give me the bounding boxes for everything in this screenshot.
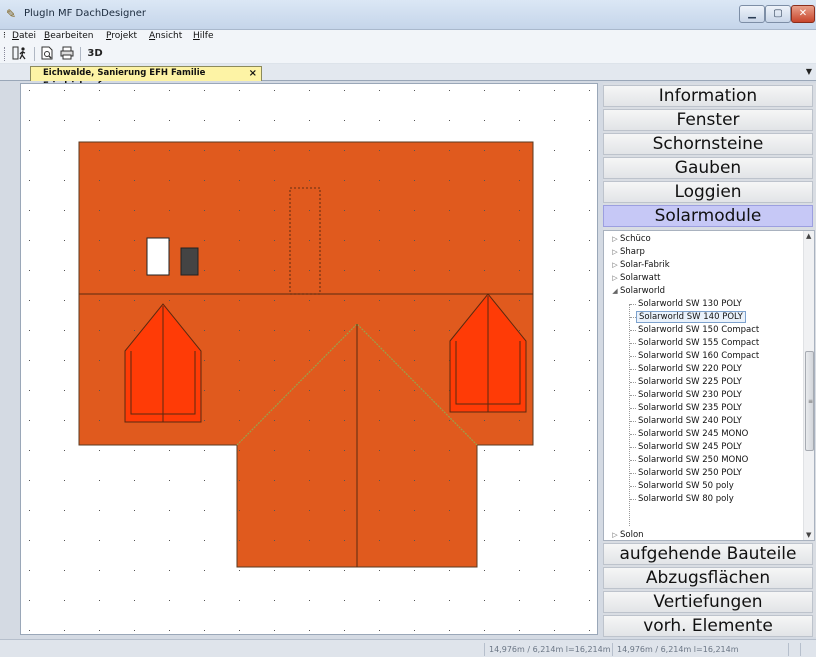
tree-scrollbar[interactable]: ▲ ≡ ▼ [803, 231, 814, 540]
expand-arrow-icon[interactable]: ▷ [610, 233, 620, 245]
tree-item-module[interactable]: Solarworld SW 245 MONO [636, 428, 750, 440]
status-coordinates: 14,976m / 6,214m l=16,214m [484, 643, 612, 656]
expand-arrow-icon[interactable]: ▷ [610, 529, 620, 540]
tree-node-solar-fabrik[interactable]: ▷ Solar-Fabrik [610, 259, 669, 271]
roof-plan [21, 84, 597, 634]
tree-item-module[interactable]: Solarworld SW 80 poly [636, 493, 736, 505]
tree-item-module[interactable]: Solarworld SW 155 Compact [636, 337, 761, 349]
tab-close-icon[interactable]: × [249, 67, 257, 80]
tree-item-module[interactable]: Solarworld SW 150 Compact [636, 324, 761, 336]
menu-bearbeiten[interactable]: Bearbeiten [44, 31, 93, 41]
status-bar: 14,976m / 6,214m l=16,214m 14,976m / 6,2… [0, 639, 816, 657]
menu-bar: ⁝ Datei Bearbeiten Projekt Ansicht Hilfe [0, 30, 816, 44]
grip-icon: ≡ [808, 398, 814, 405]
status-cell-empty [6, 643, 484, 656]
minimize-button[interactable]: ▁ [739, 5, 765, 23]
roof-drawing-canvas[interactable] [20, 83, 598, 635]
tree-item-module[interactable]: Solarworld SW 250 POLY [636, 467, 744, 479]
tree-item-module[interactable]: Solarworld SW 230 POLY [636, 389, 744, 401]
roof-element-dark [180, 247, 199, 276]
print-preview-icon[interactable] [38, 46, 56, 62]
tree-node-solarworld[interactable]: ◢ Solarworld [610, 285, 665, 297]
section-schornsteine[interactable]: Schornsteine [603, 133, 813, 155]
tree-node-schueco[interactable]: ▷ Schüco [610, 233, 650, 245]
section-vorh-elemente[interactable]: vorh. Elemente [603, 615, 813, 637]
status-coordinates-secondary: 14,976m / 6,214m l=16,214m [612, 643, 788, 656]
collapse-arrow-icon[interactable]: ◢ [610, 285, 620, 297]
3d-view-button[interactable]: 3D [84, 46, 106, 62]
tree-item-module[interactable]: Solarworld SW 220 POLY [636, 363, 744, 375]
tree-item-module[interactable]: Solarworld SW 50 poly [636, 480, 736, 492]
menu-hilfe[interactable]: Hilfe [193, 31, 214, 41]
tree-item-module[interactable]: Solarworld SW 235 POLY [636, 402, 744, 414]
menu-ansicht[interactable]: Ansicht [149, 31, 182, 41]
document-tab[interactable]: Eichwalde, Sanierung EFH Familie Friedri… [30, 66, 262, 91]
section-vertiefungen[interactable]: Vertiefungen [603, 591, 813, 613]
section-solarmodule[interactable]: Solarmodule [603, 205, 813, 227]
section-information[interactable]: Information [603, 85, 813, 107]
close-button[interactable]: ✕ [791, 5, 815, 23]
tree-node-solon[interactable]: ▷ Solon [610, 529, 643, 540]
scrollbar-thumb[interactable]: ≡ [805, 351, 814, 451]
tree-node-sharp[interactable]: ▷ Sharp [610, 246, 645, 258]
section-fenster[interactable]: Fenster [603, 109, 813, 131]
tree-item-module[interactable]: Solarworld SW 160 Compact [636, 350, 761, 362]
expand-arrow-icon[interactable]: ▷ [610, 272, 620, 284]
toolbar-grip [4, 47, 6, 61]
section-gauben[interactable]: Gauben [603, 157, 813, 179]
expand-arrow-icon[interactable]: ▷ [610, 246, 620, 258]
menu-datei[interactable]: Datei [12, 31, 36, 41]
section-aufgehende-bauteile[interactable]: aufgehende Bauteile [603, 543, 813, 565]
roof-window [146, 237, 170, 276]
print-icon[interactable] [58, 46, 76, 62]
tab-dropdown-icon[interactable]: ▼ [806, 67, 812, 76]
menu-projekt[interactable]: Projekt [106, 31, 137, 41]
section-loggien[interactable]: Loggien [603, 181, 813, 203]
tree-item-module-selected[interactable]: Solarworld SW 140 POLY [636, 311, 746, 323]
scroll-up-icon[interactable]: ▲ [806, 232, 811, 240]
tree-node-solarwatt[interactable]: ▷ Solarwatt [610, 272, 660, 284]
section-abzugsflaechen[interactable]: Abzugsflächen [603, 567, 813, 589]
tree-item-module[interactable]: Solarworld SW 245 POLY [636, 441, 744, 453]
resize-grip-icon[interactable] [800, 643, 814, 656]
title-bar: ✎ PlugIn MF DachDesigner ▁ ▢ ✕ [0, 0, 816, 30]
element-panel: Information Fenster Schornsteine Gauben … [603, 83, 816, 637]
tree-item-module[interactable]: Solarworld SW 250 MONO [636, 454, 750, 466]
menubar-grip: ⁝ [3, 31, 6, 41]
tree-item-module[interactable]: Solarworld SW 240 POLY [636, 415, 744, 427]
scroll-down-icon[interactable]: ▼ [806, 531, 811, 539]
solar-module-tree[interactable]: ▷ Schüco ▷ Sharp ▷ Solar-Fabrik ▷ Solarwatt … [603, 230, 815, 541]
app-pencil-icon: ✎ [6, 7, 17, 21]
tree-item-module[interactable]: Solarworld SW 225 POLY [636, 376, 744, 388]
exit-icon[interactable] [10, 46, 30, 62]
window-title: PlugIn MF DachDesigner [24, 8, 146, 19]
maximize-button[interactable]: ▢ [765, 5, 791, 23]
status-cell-spacer [788, 643, 800, 656]
tree-guide-line [629, 304, 630, 526]
document-tab-strip: Eichwalde, Sanierung EFH Familie Friedri… [0, 64, 816, 91]
expand-arrow-icon[interactable]: ▷ [610, 259, 620, 271]
toolbar-separator [34, 47, 35, 61]
toolbar: 3D [0, 44, 816, 64]
tree-item-module[interactable]: Solarworld SW 130 POLY [636, 298, 744, 310]
toolbar-separator [80, 47, 81, 61]
